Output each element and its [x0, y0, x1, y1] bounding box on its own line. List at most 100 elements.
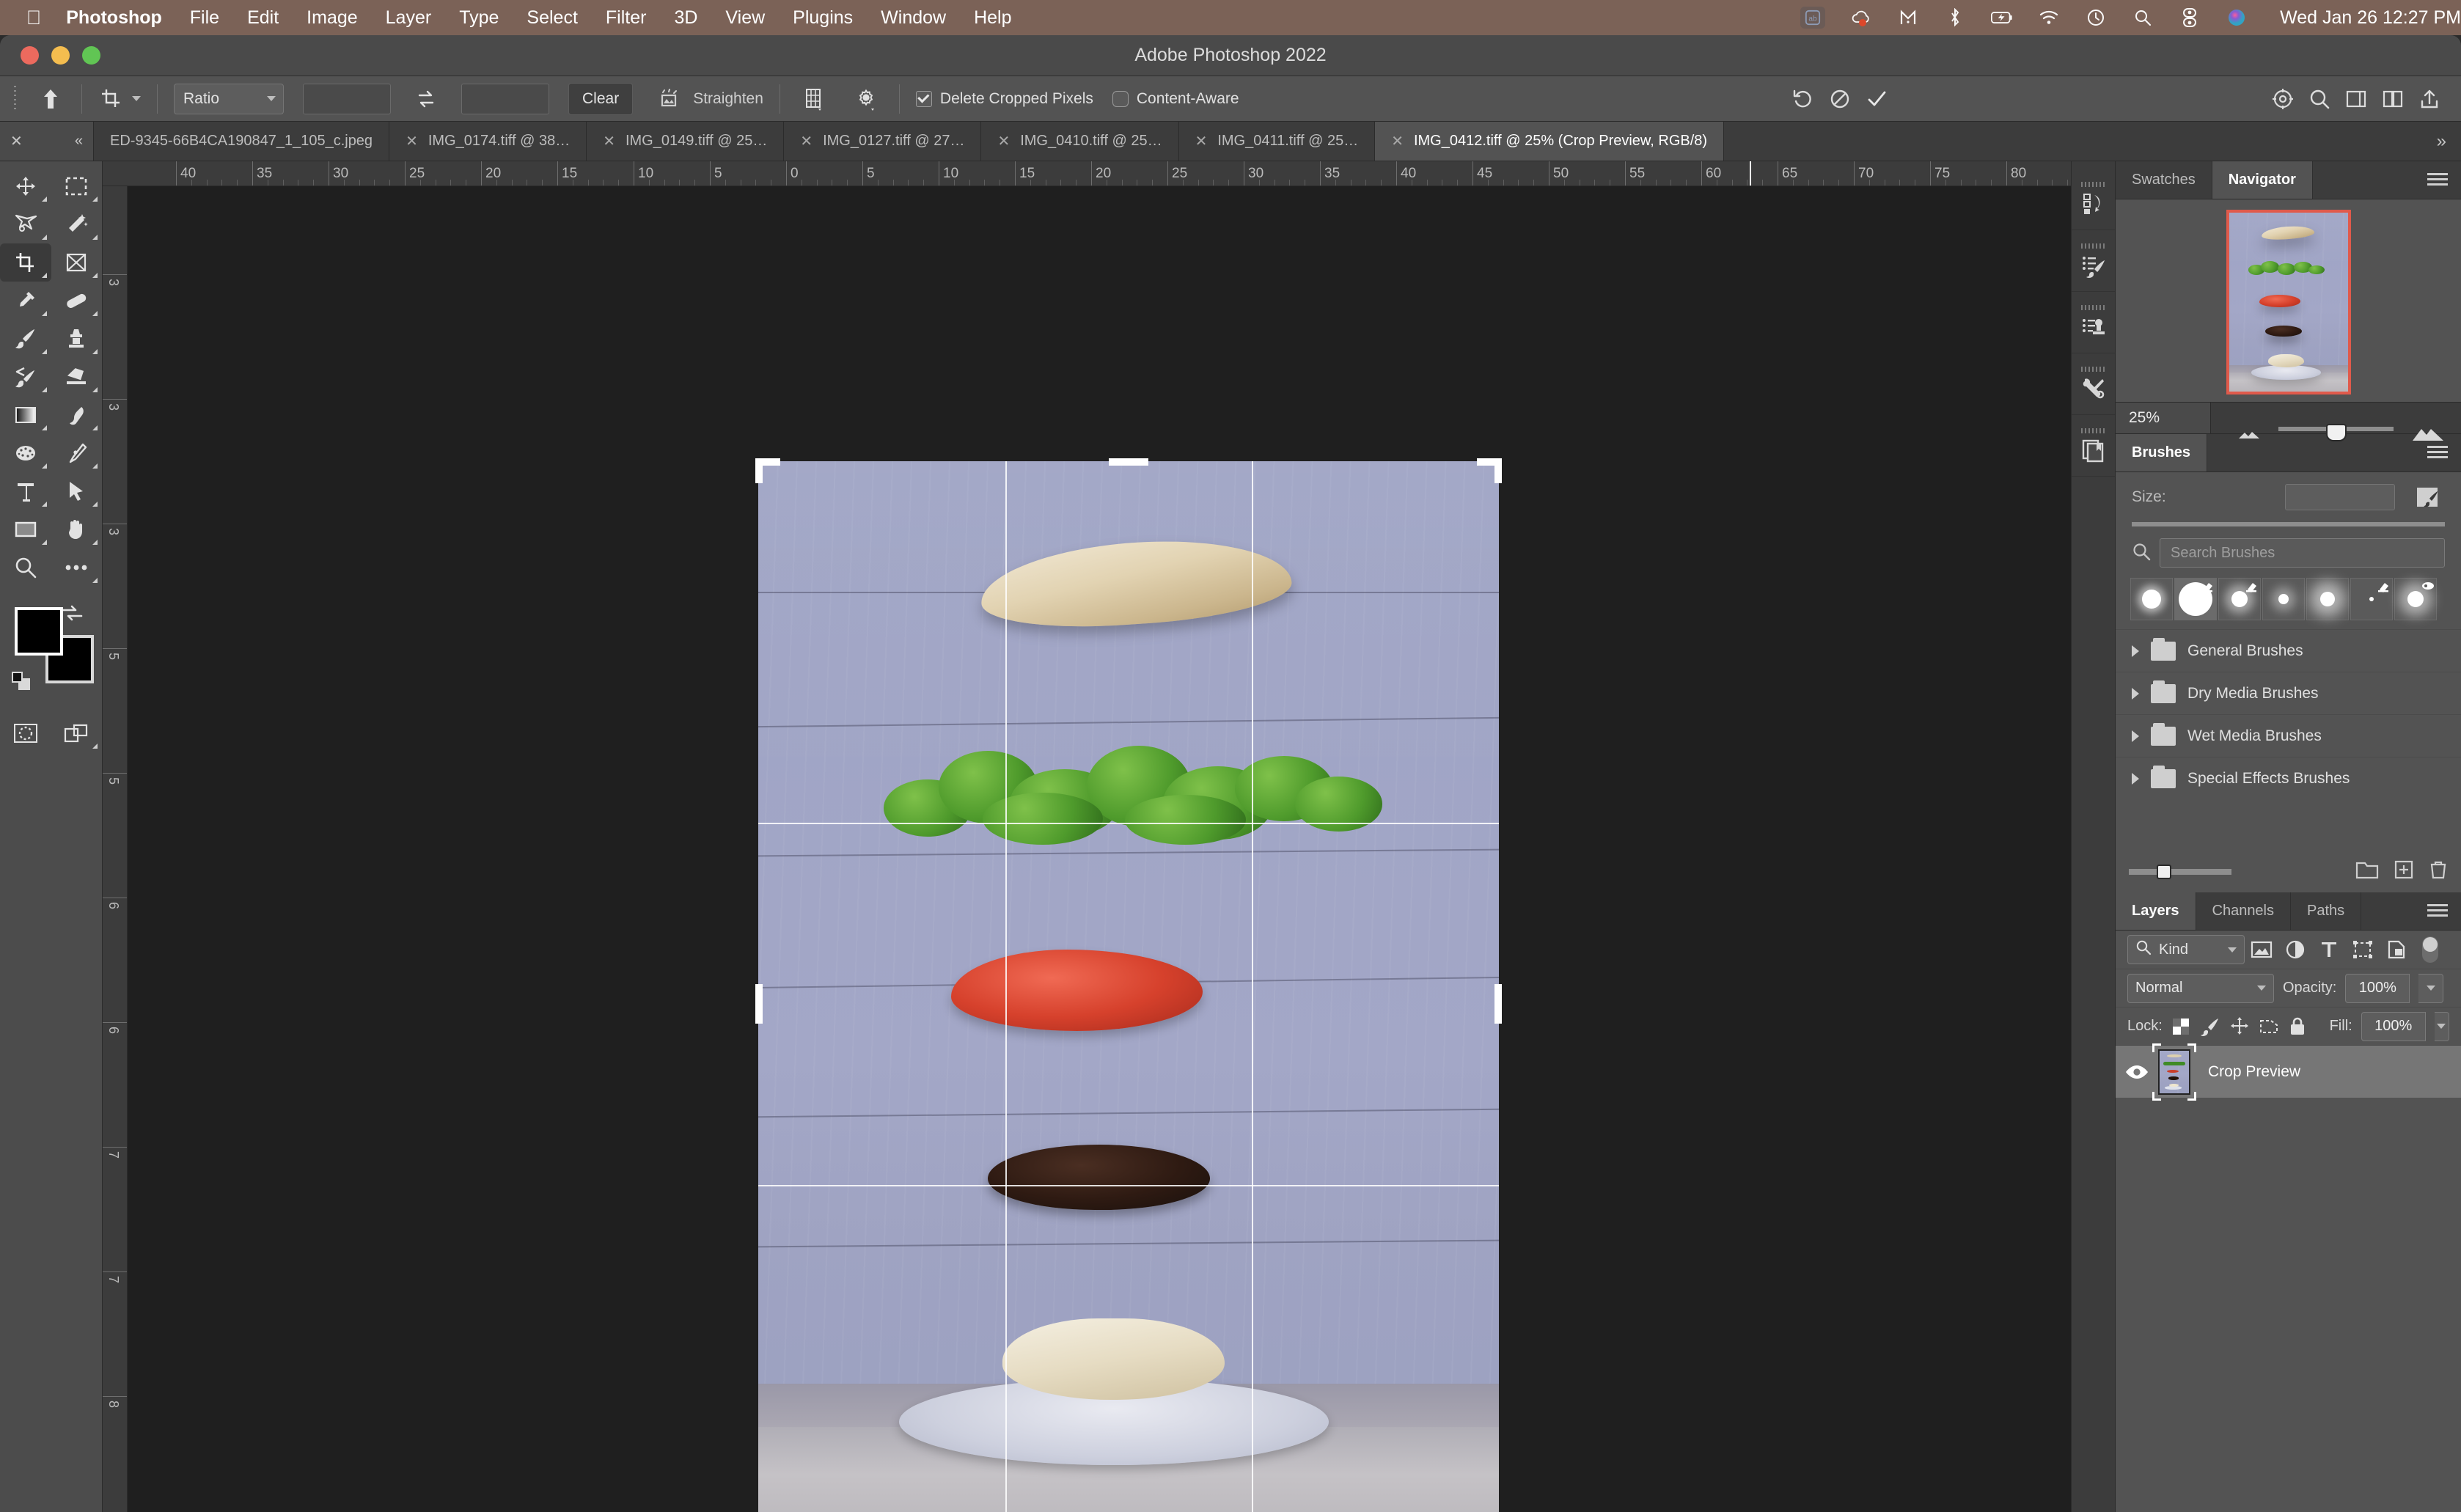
navigator-zoom-value[interactable]: 25%	[2116, 403, 2211, 433]
smart-object-icon[interactable]	[2380, 935, 2413, 964]
crop-handle-top-center[interactable]	[1109, 458, 1148, 466]
brush-group-0[interactable]: General Brushes	[2116, 629, 2461, 672]
fill-value[interactable]: 100%	[2361, 1011, 2426, 1041]
tab-document-0[interactable]: ED-9345-66B4CA190847_1_105_c.jpeg	[94, 122, 390, 161]
opacity-stepper[interactable]	[2418, 973, 2444, 1003]
navigator-view-box[interactable]	[2226, 210, 2351, 394]
sponge-tool[interactable]	[0, 434, 51, 472]
quick-mask-button[interactable]	[0, 714, 51, 752]
clone-source-button[interactable]	[2072, 292, 2115, 353]
opacity-value[interactable]: 100%	[2345, 973, 2410, 1003]
lasso-tool[interactable]	[0, 205, 51, 243]
apple-menu-icon[interactable]: 	[26, 7, 41, 28]
tab-document-4[interactable]: ✕ IMG_0410.tiff @ 25…	[981, 122, 1179, 161]
close-button[interactable]	[21, 46, 39, 65]
wifi-icon[interactable]	[2038, 7, 2060, 29]
arrange-icon[interactable]	[2376, 82, 2410, 116]
tab-layers[interactable]: Layers	[2116, 892, 2196, 930]
lock-image-icon[interactable]	[2200, 1012, 2220, 1041]
menu-window[interactable]: Window	[881, 7, 946, 29]
app-badge-icon[interactable]: ab	[1800, 7, 1826, 29]
crop-settings-button[interactable]	[840, 76, 892, 121]
libraries-button[interactable]	[2072, 415, 2115, 477]
crop-tool[interactable]	[0, 243, 51, 282]
battery-charging-icon[interactable]	[1991, 7, 2013, 29]
edit-toolbar-tool[interactable]	[51, 548, 103, 587]
brush-preview-size-slider[interactable]	[2129, 864, 2231, 879]
close-icon[interactable]: ✕	[1195, 132, 1208, 150]
navigator-preview[interactable]	[2116, 199, 2461, 402]
tab-document-6[interactable]: ✕ IMG_0412.tiff @ 25% (Crop Preview, RGB…	[1375, 122, 1725, 161]
zoom-thumb[interactable]	[2325, 424, 2347, 441]
type-layer-icon[interactable]	[2312, 935, 2346, 964]
move-tool[interactable]	[0, 167, 51, 205]
history-panel-button[interactable]	[2072, 169, 2115, 230]
brush-group-2[interactable]: Wet Media Brushes	[2116, 714, 2461, 757]
delete-cropped-pixels-checkbox[interactable]: Delete Cropped Pixels	[906, 76, 1103, 121]
tab-paths[interactable]: Paths	[2291, 892, 2362, 930]
close-icon[interactable]: ✕	[1391, 132, 1404, 150]
menu-layer[interactable]: Layer	[386, 7, 432, 29]
blend-mode-select[interactable]: Normal	[2127, 973, 2274, 1003]
default-colors-icon[interactable]	[10, 670, 37, 697]
filter-enable-toggle[interactable]	[2413, 935, 2447, 964]
clear-button-wrap[interactable]: Clear	[559, 76, 642, 121]
history-brush-tool[interactable]	[0, 358, 51, 396]
crop-height-input[interactable]	[461, 83, 549, 114]
small-mountain-icon[interactable]	[2236, 427, 2262, 444]
healing-brush-tool[interactable]	[51, 282, 103, 320]
swap-dimensions-button[interactable]	[400, 76, 452, 121]
crop-handle-middle-left[interactable]	[755, 984, 763, 1024]
crop-overlay-button[interactable]	[787, 76, 840, 121]
horizontal-ruler[interactable]: 40 35 30 25 20 15 10 5 0 5 10 15 20 25 30 35 40 45 50 55 60 6…	[103, 161, 2071, 186]
pixel-layer-icon[interactable]	[2245, 935, 2278, 964]
brush-preset-2[interactable]	[2218, 578, 2261, 620]
hand-tool[interactable]	[51, 510, 103, 548]
chevron-right-icon[interactable]	[2132, 730, 2139, 742]
path-selection-tool[interactable]	[51, 472, 103, 510]
swap-colors-icon[interactable]	[59, 601, 86, 628]
brush-search-input[interactable]: Search Brushes	[2160, 538, 2445, 568]
tab-dock-controls[interactable]: ✕ «	[0, 122, 94, 161]
crop-width-input[interactable]	[303, 83, 391, 114]
tab-channels[interactable]: Channels	[2196, 892, 2292, 930]
vertical-ruler[interactable]: 3 3 3 5 5 6 6 7 7 8	[103, 186, 128, 1512]
home-button[interactable]	[26, 76, 75, 121]
clear-button[interactable]: Clear	[568, 82, 634, 115]
magic-wand-tool[interactable]	[51, 205, 103, 243]
close-icon[interactable]: ✕	[997, 132, 1010, 150]
delete-brush-icon[interactable]	[2429, 859, 2448, 884]
lock-position-icon[interactable]	[2229, 1012, 2250, 1041]
cancel-icon[interactable]	[1823, 82, 1857, 116]
dodge-tool[interactable]	[51, 396, 103, 434]
shape-tool[interactable]	[0, 510, 51, 548]
slider-thumb[interactable]	[2157, 864, 2171, 879]
eyedropper-tool[interactable]	[0, 282, 51, 320]
menu-photoshop[interactable]: Photoshop	[66, 7, 162, 29]
siri-icon[interactable]	[2226, 7, 2248, 29]
spotlight-search-icon[interactable]	[2132, 7, 2154, 29]
menu-view[interactable]: View	[725, 7, 765, 29]
tab-dock-close-icon[interactable]: ✕	[10, 132, 23, 150]
layer-name[interactable]: Crop Preview	[2208, 1063, 2300, 1081]
m-app-icon[interactable]	[1897, 7, 1919, 29]
lock-all-icon[interactable]	[2288, 1012, 2308, 1041]
cloud-sync-icon[interactable]	[1850, 7, 1872, 29]
zoom-button[interactable]	[82, 46, 100, 65]
foreground-color-swatch[interactable]	[15, 607, 63, 656]
workspace-icon[interactable]	[2339, 82, 2373, 116]
content-aware-checkbox[interactable]: Content-Aware	[1103, 76, 1249, 121]
tab-document-2[interactable]: ✕ IMG_0149.tiff @ 25…	[587, 122, 785, 161]
menu-filter[interactable]: Filter	[606, 7, 647, 29]
close-icon[interactable]: ✕	[603, 132, 615, 150]
brush-preset-0[interactable]	[2130, 578, 2173, 620]
brush-preset-1[interactable]	[2174, 578, 2217, 620]
tab-document-3[interactable]: ✕ IMG_0127.tiff @ 27…	[784, 122, 982, 161]
pen-tool[interactable]	[51, 434, 103, 472]
bluetooth-icon[interactable]	[1944, 7, 1966, 29]
layer-filter-kind-select[interactable]: Kind	[2127, 935, 2245, 964]
crop-box[interactable]	[755, 458, 1502, 1512]
tab-swatches[interactable]: Swatches	[2116, 161, 2212, 199]
crop-handle-middle-right[interactable]	[1494, 984, 1502, 1024]
brush-group-1[interactable]: Dry Media Brushes	[2116, 672, 2461, 714]
